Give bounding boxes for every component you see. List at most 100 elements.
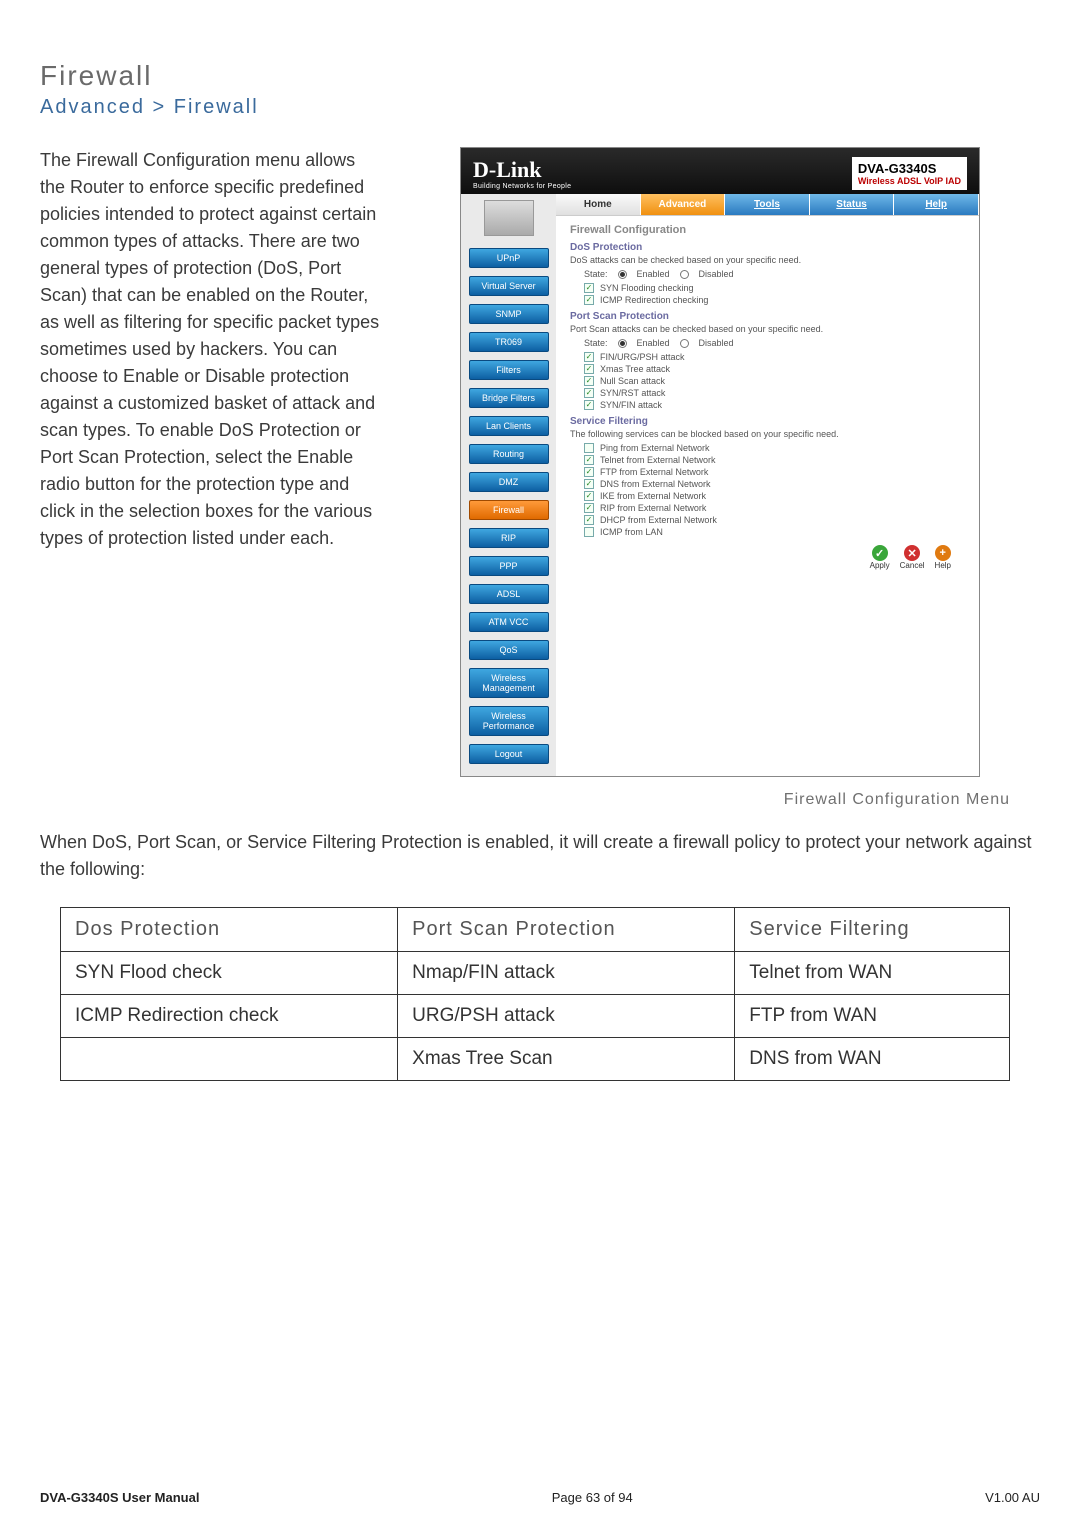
sidebar-item-virtual-server[interactable]: Virtual Server — [469, 276, 549, 296]
dos-disabled-radio[interactable] — [680, 270, 689, 279]
checkbox-label: ICMP Redirection checking — [600, 295, 708, 305]
tab-home[interactable]: Home — [556, 194, 641, 215]
checkbox-label: Ping from External Network — [600, 443, 710, 453]
sidebar-item-logout[interactable]: Logout — [469, 744, 549, 764]
protection-table: Dos ProtectionPort Scan ProtectionServic… — [60, 907, 1010, 1081]
checkbox[interactable] — [584, 491, 594, 501]
dos-desc: DoS attacks can be checked based on your… — [570, 255, 965, 265]
sidebar-item-wireless-performance[interactable]: Wireless Performance — [469, 706, 549, 736]
ps-disabled-label: Disabled — [699, 338, 734, 348]
firewall-config-title: Firewall Configuration — [570, 224, 965, 236]
checkbox[interactable] — [584, 467, 594, 477]
sidebar-item-firewall[interactable]: Firewall — [469, 500, 549, 520]
tab-status[interactable]: Status — [810, 194, 895, 215]
router-ui-screenshot: D-Link Building Networks for People DVA-… — [460, 147, 980, 777]
sidebar-item-rip[interactable]: RIP — [469, 528, 549, 548]
footer-center: Page 63 of 94 — [552, 1490, 633, 1505]
service-title: Service Filtering — [570, 416, 965, 427]
footer-right: V1.00 AU — [985, 1490, 1040, 1505]
checkbox[interactable] — [584, 295, 594, 305]
table-cell — [61, 1038, 398, 1081]
model-name: DVA-G3340S — [852, 161, 943, 176]
intro-text: The Firewall Configuration menu allows t… — [40, 147, 380, 552]
tab-advanced[interactable]: Advanced — [641, 194, 726, 215]
tab-tools[interactable]: Tools — [725, 194, 810, 215]
sidebar-item-filters[interactable]: Filters — [469, 360, 549, 380]
checkbox[interactable] — [584, 455, 594, 465]
portscan-desc: Port Scan attacks can be checked based o… — [570, 324, 965, 334]
sidebar-item-routing[interactable]: Routing — [469, 444, 549, 464]
breadcrumb: Advanced > Firewall — [40, 96, 1040, 119]
checkbox-label: SYN Flooding checking — [600, 283, 694, 293]
plug-image — [484, 200, 534, 236]
main-tabs: HomeAdvancedToolsStatusHelp — [556, 194, 979, 216]
checkbox-label: IKE from External Network — [600, 491, 706, 501]
checkbox-label: SYN/RST attack — [600, 388, 665, 398]
below-text: When DoS, Port Scan, or Service Filterin… — [40, 829, 1040, 883]
checkbox[interactable] — [584, 515, 594, 525]
sidebar-item-lan-clients[interactable]: Lan Clients — [469, 416, 549, 436]
checkbox-label: ICMP from LAN — [600, 527, 663, 537]
checkbox[interactable] — [584, 388, 594, 398]
checkbox[interactable] — [584, 352, 594, 362]
table-header: Service Filtering — [735, 908, 1010, 952]
ps-disabled-radio[interactable] — [680, 339, 689, 348]
dos-title: DoS Protection — [570, 242, 965, 253]
checkbox[interactable] — [584, 283, 594, 293]
table-row: ICMP Redirection checkURG/PSH attackFTP … — [61, 995, 1010, 1038]
table-cell: Nmap/FIN attack — [398, 952, 735, 995]
sidebar-item-wireless-management[interactable]: Wireless Management — [469, 668, 549, 698]
checkbox[interactable] — [584, 400, 594, 410]
checkbox-label: FTP from External Network — [600, 467, 708, 477]
checkbox-label: RIP from External Network — [600, 503, 706, 513]
sidebar-item-bridge-filters[interactable]: Bridge Filters — [469, 388, 549, 408]
table-header: Dos Protection — [61, 908, 398, 952]
cancel-icon: ✕ — [904, 545, 920, 561]
dos-disabled-label: Disabled — [699, 269, 734, 279]
checkbox[interactable] — [584, 503, 594, 513]
sidebar-item-adsl[interactable]: ADSL — [469, 584, 549, 604]
checkbox-label: SYN/FIN attack — [600, 400, 662, 410]
table-row: Xmas Tree ScanDNS from WAN — [61, 1038, 1010, 1081]
checkbox[interactable] — [584, 376, 594, 386]
checkbox[interactable] — [584, 527, 594, 537]
table-cell: ICMP Redirection check — [61, 995, 398, 1038]
portscan-title: Port Scan Protection — [570, 311, 965, 322]
checkbox[interactable] — [584, 443, 594, 453]
model-sub: Wireless ADSL VoIP IAD — [852, 176, 967, 186]
ps-state-label: State: — [584, 338, 608, 348]
checkbox-label: DHCP from External Network — [600, 515, 717, 525]
ps-enabled-radio[interactable] — [618, 339, 627, 348]
table-cell: SYN Flood check — [61, 952, 398, 995]
cancel-button[interactable]: ✕Cancel — [900, 545, 925, 570]
apply-icon: ✓ — [872, 545, 888, 561]
sidebar-item-snmp[interactable]: SNMP — [469, 304, 549, 324]
checkbox[interactable] — [584, 479, 594, 489]
table-cell: Xmas Tree Scan — [398, 1038, 735, 1081]
table-cell: Telnet from WAN — [735, 952, 1010, 995]
sidebar-item-ppp[interactable]: PPP — [469, 556, 549, 576]
apply-button[interactable]: ✓Apply — [870, 545, 890, 570]
dos-state-label: State: — [584, 269, 608, 279]
table-header: Port Scan Protection — [398, 908, 735, 952]
sidebar-item-atm-vcc[interactable]: ATM VCC — [469, 612, 549, 632]
sidebar-item-tr069[interactable]: TR069 — [469, 332, 549, 352]
sidebar-item-upnp[interactable]: UPnP — [469, 248, 549, 268]
table-cell: FTP from WAN — [735, 995, 1010, 1038]
page-footer: DVA-G3340S User Manual Page 63 of 94 V1.… — [40, 1490, 1040, 1505]
checkbox[interactable] — [584, 364, 594, 374]
brand-tagline: Building Networks for People — [473, 183, 571, 190]
ps-enabled-label: Enabled — [637, 338, 670, 348]
service-desc: The following services can be blocked ba… — [570, 429, 965, 439]
brand-logo: D-Link — [473, 157, 541, 182]
dos-enabled-label: Enabled — [637, 269, 670, 279]
checkbox-label: Null Scan attack — [600, 376, 665, 386]
help-button[interactable]: +Help — [935, 545, 951, 570]
sidebar-item-dmz[interactable]: DMZ — [469, 472, 549, 492]
tab-help[interactable]: Help — [894, 194, 979, 215]
sidebar-item-qos[interactable]: QoS — [469, 640, 549, 660]
page-title: Firewall — [40, 60, 1040, 92]
table-row: SYN Flood checkNmap/FIN attackTelnet fro… — [61, 952, 1010, 995]
dos-enabled-radio[interactable] — [618, 270, 627, 279]
help-icon: + — [935, 545, 951, 561]
